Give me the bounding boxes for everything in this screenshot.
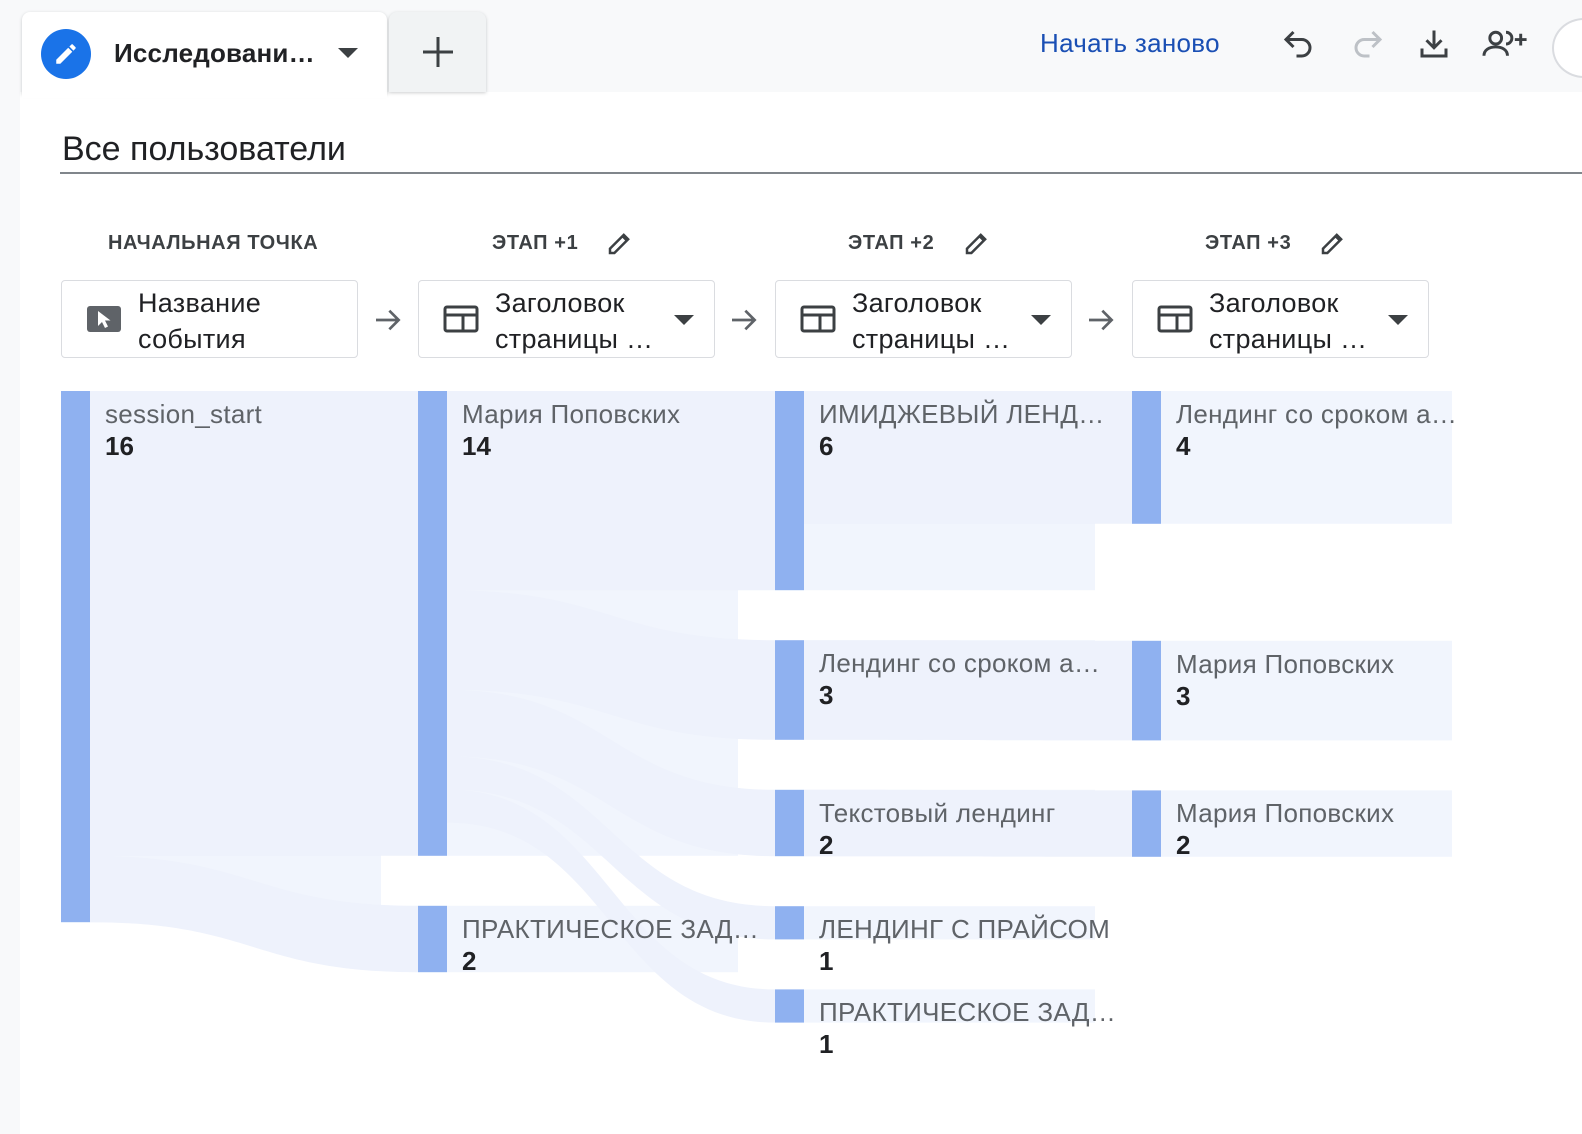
node-bar	[775, 906, 804, 940]
node-bar	[1132, 790, 1161, 857]
node-value: 3	[1176, 680, 1191, 711]
node-value: 1	[819, 1029, 834, 1060]
node-value: 16	[105, 431, 134, 461]
node-label[interactable]: ПРАКТИЧЕСКОЕ ЗАД…	[819, 997, 1116, 1028]
node-value: 4	[1176, 431, 1191, 461]
node-bar	[418, 905, 447, 973]
node-label[interactable]: ИМИДЖЕВЫЙ ЛЕНД…	[819, 399, 1105, 430]
node-value: 2	[819, 829, 834, 860]
node-bar	[775, 789, 804, 857]
node-label[interactable]: Лендинг со сроком а…	[1176, 399, 1457, 430]
node-bar	[775, 989, 804, 1023]
node-bar	[61, 391, 90, 923]
node-label[interactable]: ЛЕНДИНГ С ПРАЙСОМ	[819, 914, 1110, 945]
node-bar	[1132, 640, 1161, 741]
node-label[interactable]: Лендинг со сроком а…	[819, 648, 1100, 679]
flow-link	[90, 391, 418, 856]
node-label[interactable]: Мария Поповских	[462, 399, 680, 430]
path-flow-chart	[61, 391, 1452, 1023]
node-value: 14	[462, 431, 491, 461]
node-label[interactable]: Мария Поповских	[1176, 798, 1394, 829]
node-bar	[418, 391, 447, 856]
node-value: 2	[462, 945, 477, 976]
node-bar	[775, 391, 804, 591]
node-label[interactable]: Текстовый лендинг	[819, 798, 1056, 829]
node-label[interactable]: Мария Поповских	[1176, 649, 1394, 680]
node-label[interactable]: ПРАКТИЧЕСКОЕ ЗАД…	[462, 914, 759, 945]
node-value: 3	[819, 680, 834, 711]
node-value: 2	[1176, 830, 1191, 861]
node-label[interactable]: session_start	[105, 399, 262, 430]
node-bar	[1132, 391, 1161, 524]
node-bar	[775, 640, 804, 740]
node-value: 6	[819, 431, 834, 461]
node-value: 1	[819, 946, 834, 977]
